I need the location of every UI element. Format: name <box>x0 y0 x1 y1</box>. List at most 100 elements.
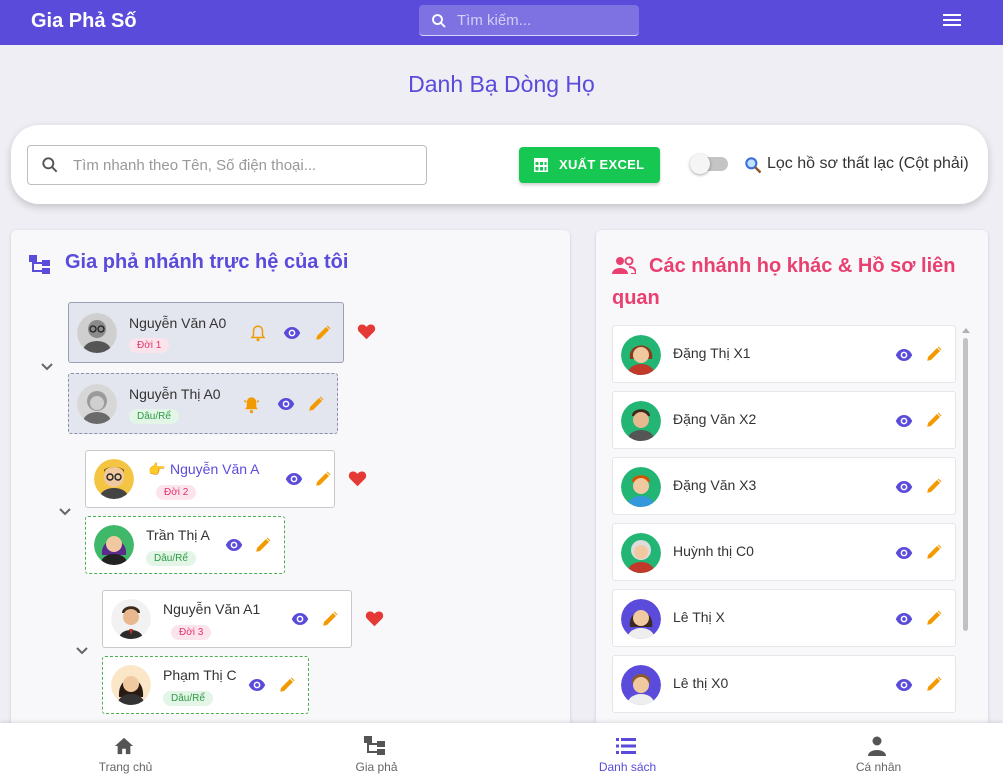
member-name: Huỳnh thị C0 <box>673 543 754 559</box>
quick-search-input[interactable]: Tìm nhanh theo Tên, Số điện thoại... <box>27 145 427 185</box>
search-icon <box>432 14 446 28</box>
page-title: Danh Bạ Dòng Họ <box>408 71 595 97</box>
eye-icon[interactable] <box>284 470 304 488</box>
heart-icon <box>357 324 376 340</box>
bell-icon[interactable] <box>242 395 261 414</box>
chevron-down-icon[interactable] <box>75 646 89 656</box>
spouse-badge: Dâu/Rể <box>146 551 196 566</box>
pencil-icon[interactable] <box>307 395 325 413</box>
nav-label: Cá nhân <box>855 760 902 774</box>
person-icon <box>868 736 886 756</box>
eye-icon[interactable] <box>894 478 914 496</box>
avatar <box>94 459 134 499</box>
list-icon <box>616 738 636 754</box>
avatar <box>77 384 117 424</box>
chevron-down-icon[interactable] <box>40 362 54 372</box>
menu-button[interactable] <box>940 11 964 33</box>
pencil-icon[interactable] <box>321 610 339 628</box>
spouse-node-gen2[interactable]: Trần Thị A Dâu/Rể <box>85 516 285 574</box>
tree-icon <box>364 736 385 755</box>
avatar <box>94 525 134 565</box>
nav-item-home[interactable]: Trang chủ <box>0 723 251 784</box>
scroll-up-arrow[interactable] <box>962 328 970 333</box>
nav-label: Gia phả <box>355 760 398 774</box>
table-icon <box>534 158 548 172</box>
eye-icon[interactable] <box>247 676 267 694</box>
pencil-icon[interactable] <box>925 411 943 429</box>
member-name: Lê thị X0 <box>673 675 729 691</box>
direct-lineage-heading: Gia phả nhánh trực hệ của tôi <box>65 251 349 273</box>
magnifier-icon <box>745 157 762 174</box>
quick-search-placeholder: Tìm nhanh theo Tên, Số điện thoại... <box>73 157 317 174</box>
generation-badge: Đời 3 <box>171 625 212 640</box>
global-search-input[interactable]: Tìm kiếm... <box>419 5 639 36</box>
list-item[interactable]: Đặng Thị X1 <box>612 325 956 383</box>
avatar <box>621 665 661 705</box>
eye-icon[interactable] <box>282 324 302 342</box>
list-item[interactable]: Huỳnh thị C0 <box>612 523 956 581</box>
pencil-icon[interactable] <box>925 609 943 627</box>
pencil-icon[interactable] <box>314 470 332 488</box>
member-name: Trần Thị A <box>146 527 210 543</box>
nav-item-list[interactable]: Danh sách <box>502 723 753 784</box>
eye-icon[interactable] <box>894 412 914 430</box>
member-name: Nguyễn Văn A0 <box>129 315 227 331</box>
eye-icon[interactable] <box>290 610 310 628</box>
member-name: Lê Thị X <box>673 609 725 625</box>
related-branches-panel: Các nhánh họ khác & Hồ sơ liên quan Đặng… <box>596 230 988 750</box>
pencil-icon[interactable] <box>925 675 943 693</box>
related-branches-heading: Các nhánh họ khác & Hồ sơ liên quan <box>612 255 956 309</box>
avatar <box>111 599 151 639</box>
spouse-node-gen3[interactable]: Phạm Thị C Dâu/Rể <box>102 656 309 714</box>
member-name: Đặng Văn X3 <box>673 477 757 493</box>
export-excel-label: XUẤT EXCEL <box>559 157 645 172</box>
avatar <box>621 599 661 639</box>
eye-icon[interactable] <box>894 610 914 628</box>
list-item[interactable]: Lê Thị X <box>612 589 956 647</box>
spouse-badge: Dâu/Rể <box>163 691 213 706</box>
pencil-icon[interactable] <box>314 324 332 342</box>
spouse-badge: Dâu/Rể <box>129 409 179 424</box>
pencil-icon[interactable] <box>925 477 943 495</box>
eye-icon[interactable] <box>276 395 296 413</box>
family-tree-icon <box>29 255 50 274</box>
tree-node-gen1[interactable]: Nguyễn Văn A0 Đời 1 <box>68 302 344 363</box>
list-item[interactable]: Đặng Văn X3 <box>612 457 956 515</box>
list-item[interactable]: Đặng Văn X2 <box>612 391 956 449</box>
eye-icon[interactable] <box>894 544 914 562</box>
home-icon <box>114 737 134 755</box>
scrollbar-thumb[interactable] <box>963 338 968 631</box>
generation-badge: Đời 2 <box>156 485 197 500</box>
direct-lineage-panel: Gia phả nhánh trực hệ của tôi Nguyễn Văn… <box>11 230 570 750</box>
toggle-knob <box>690 154 710 174</box>
avatar <box>621 467 661 507</box>
nav-item-family-tree[interactable]: Gia phả <box>251 723 502 784</box>
avatar <box>621 533 661 573</box>
pencil-icon[interactable] <box>925 543 943 561</box>
nav-label: Danh sách <box>598 760 657 774</box>
tree-node-gen2[interactable]: 👉 Nguyễn Văn A Đời 2 <box>85 450 335 508</box>
generation-badge: Đời 1 <box>129 338 170 353</box>
eye-icon[interactable] <box>894 346 914 364</box>
hamburger-menu-icon <box>940 14 964 26</box>
bottom-navigation: Trang chủ Gia phả Danh sách Cá nhân <box>0 723 1003 784</box>
avatar <box>111 665 151 705</box>
member-name: Đặng Văn X2 <box>673 411 757 427</box>
member-name: Nguyễn Văn A1 <box>163 601 261 617</box>
eye-icon[interactable] <box>224 536 244 554</box>
global-search-placeholder: Tìm kiếm... <box>457 12 532 29</box>
bell-outline-icon[interactable] <box>249 324 267 342</box>
pencil-icon[interactable] <box>925 345 943 363</box>
eye-icon[interactable] <box>894 676 914 694</box>
pencil-icon[interactable] <box>254 536 272 554</box>
nav-item-profile[interactable]: Cá nhân <box>753 723 1003 784</box>
export-excel-button[interactable]: XUẤT EXCEL <box>519 147 660 183</box>
list-item[interactable]: Lê thị X0 <box>612 655 956 713</box>
tree-node-gen3[interactable]: Nguyễn Văn A1 Đời 3 <box>102 590 352 648</box>
avatar <box>77 313 117 353</box>
spouse-node-gen1[interactable]: Nguyễn Thị A0 Dâu/Rể <box>68 373 338 434</box>
pencil-icon[interactable] <box>278 676 296 694</box>
lost-profile-filter-toggle[interactable] <box>690 154 728 174</box>
avatar <box>621 401 661 441</box>
chevron-down-icon[interactable] <box>58 507 72 517</box>
